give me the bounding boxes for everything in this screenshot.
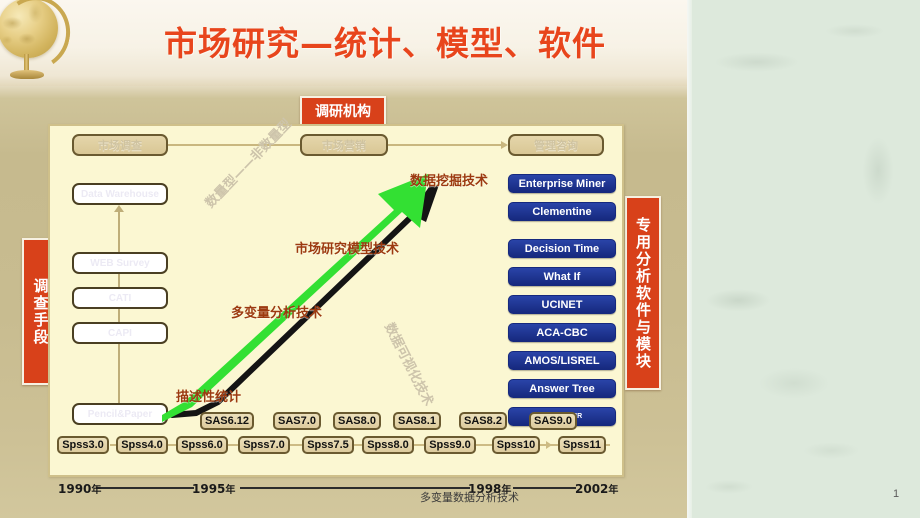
footer-note: 多变量数据分析技术 [420,491,519,504]
software-button-ucinet[interactable]: UCINET [508,295,616,314]
timeline-tick-1995: 1995年 [192,481,235,496]
software-button-decision-time[interactable]: Decision Time [508,239,616,258]
label-survey-methods-text: 调查手段 [31,277,50,346]
label-analysis-software-text: 专用分析软件与模块 [634,216,652,370]
slide-title: 市场研究—统计、模型、软件 [164,24,606,63]
timeline-year-unit: 年 [225,485,236,496]
timeline-year: 1990 [58,482,92,496]
spss-label: Spss6.0 [181,439,223,451]
sas-label: SAS7.0 [278,415,316,427]
software-label: What If [543,270,581,283]
sas-label: SAS6.12 [204,415,250,427]
spss-chip-8-0: Spss8.0 [362,436,414,454]
arrow-label-modeling: 市场研究模型技术 [295,242,400,257]
software-label: Answer Tree [529,382,595,395]
spss-connector-arrowhead [546,441,552,449]
spss-chip-10: Spss10 [492,436,540,454]
software-button-what-if[interactable]: What If [508,267,616,286]
sas-chip-8-0: SAS8.0 [333,412,381,430]
spss-label: Spss7.5 [307,439,349,451]
arrow-label-multivariate: 多变量分析技术 [231,306,323,321]
spss-chip-11: Spss11 [558,436,606,454]
spss-label: Spss11 [563,439,601,451]
spss-chip-9-0: Spss9.0 [424,436,476,454]
spss-chip-7-5: Spss7.5 [302,436,354,454]
right-panel-edge-highlight [687,0,692,518]
spss-label: Spss7.0 [243,439,285,451]
timeline-segment-1998-2002 [513,487,576,489]
spss-label: Spss8.0 [367,439,409,451]
sas-chip-9-0: SAS9.0 [529,412,577,430]
sas-label: SAS8.0 [338,415,376,427]
spss-chip-6-0: Spss6.0 [176,436,228,454]
sas-label: SAS9.0 [534,415,572,427]
software-label: AMOS/LISREL [524,354,600,367]
page-number: 1 [893,488,900,500]
spss-label: Spss3.0 [62,439,104,451]
sas-label: SAS8.1 [398,415,436,427]
sas-chip-8-1: SAS8.1 [393,412,441,430]
timeline-tick-2002: 2002年 [575,481,618,496]
spss-chip-3-0: Spss3.0 [57,436,109,454]
timeline-tick-1990: 1990年 [58,481,101,496]
timeline-year: 1995 [192,482,226,496]
software-button-aca-cbc[interactable]: ACA-CBC [508,323,616,342]
spss-chip-7-0: Spss7.0 [238,436,290,454]
spss-label: Spss9.0 [429,439,471,451]
timeline-segment-1990-1995 [96,487,194,489]
spss-label: Spss10 [496,439,536,451]
slide-background-right-panel [687,0,920,518]
software-label: ACA-CBC [536,326,588,339]
label-research-agency-text: 调研机构 [315,104,371,120]
slide-canvas: 市场研究—统计、模型、软件 调研机构 调查手段 专用分析软件与模块 市场调查 市… [0,0,920,518]
software-label: Decision Time [524,242,600,255]
globe-icon [0,0,77,104]
software-button-clementine[interactable]: Clementine [508,202,616,221]
timeline-year-unit: 年 [608,485,619,496]
sas-chip-6-12: SAS6.12 [200,412,254,430]
software-label: UCINET [541,298,583,311]
timeline-year: 2002 [575,482,609,496]
software-label: Clementine [532,205,592,218]
label-research-agency: 调研机构 [300,96,386,126]
sas-chip-8-2: SAS8.2 [459,412,507,430]
spss-label: Spss4.0 [121,439,163,451]
label-analysis-software: 专用分析软件与模块 [625,196,661,390]
sas-label: SAS8.2 [464,415,502,427]
sas-chip-7-0: SAS7.0 [273,412,321,430]
timeline-year-unit: 年 [91,485,102,496]
software-button-enterprise-miner[interactable]: Enterprise Miner [508,174,616,193]
arrow-label-descriptive: 描述性统计 [176,390,242,405]
spss-chip-4-0: Spss4.0 [116,436,168,454]
software-label: Enterprise Miner [518,177,606,190]
arrow-label-data-mining: 数据挖掘技术 [410,174,489,189]
software-button-amos-lisrel[interactable]: AMOS/LISREL [508,351,616,370]
diagram-panel: 市场调查 市场营销 管理咨询 Data Warehouse WEB Survey… [48,117,624,477]
software-button-answer-tree[interactable]: Answer Tree [508,379,616,398]
